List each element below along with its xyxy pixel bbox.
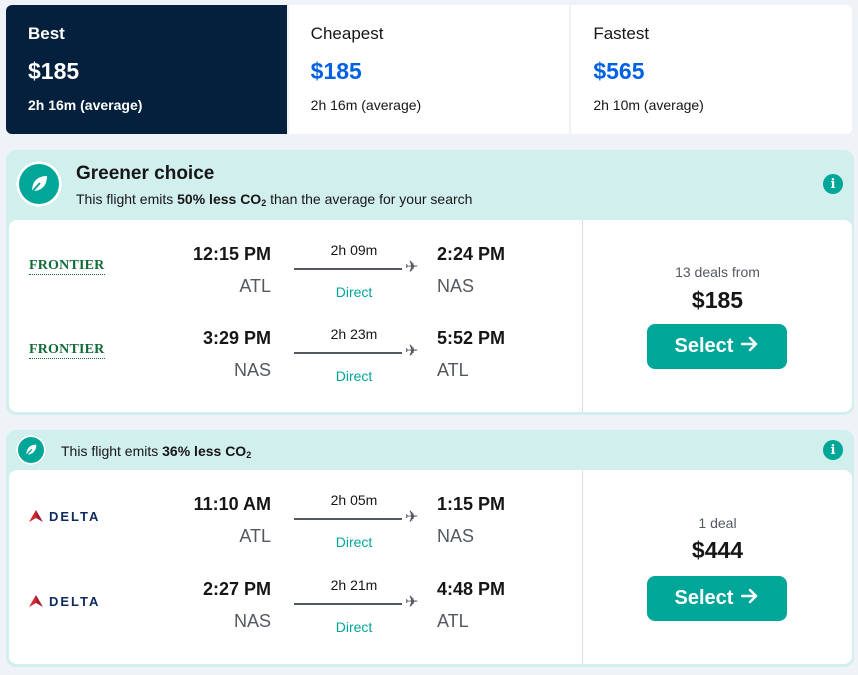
- price-column: 1 deal $444 Select: [583, 470, 852, 664]
- arrow-right-icon: [741, 335, 759, 358]
- tab-cheapest[interactable]: Cheapest $185 2h 16m (average): [288, 5, 570, 134]
- tab-duration: 2h 10m (average): [593, 97, 704, 113]
- plane-icon: ✈: [405, 509, 419, 526]
- leg-return: FRONTIER 3:29 PM NAS 2h 23m ✈ Direct 5:5…: [9, 312, 583, 384]
- departure-airport: NAS: [233, 611, 271, 631]
- arrow-right-icon: [741, 587, 759, 610]
- stops-label: Direct: [335, 619, 373, 635]
- itinerary-legs: FRONTIER 12:15 PM ATL 2h 09m ✈ Direct 2:…: [9, 220, 583, 412]
- tab-label: Cheapest: [310, 24, 384, 43]
- airline-name: DELTA: [49, 508, 101, 524]
- result-card-eco: This flight emits 36% less CO2 i DELTA 1…: [6, 430, 854, 667]
- arrival-airport: NAS: [437, 526, 475, 546]
- itinerary-card[interactable]: DELTA 11:10 AM ATL 2h 05m ✈ Direct 1:15 …: [9, 470, 852, 664]
- arrival-airport: ATL: [437, 360, 469, 380]
- route-line: [294, 268, 402, 270]
- plane-icon: ✈: [405, 343, 419, 360]
- airline-logo-delta: DELTA: [29, 506, 100, 526]
- info-icon[interactable]: i: [823, 440, 843, 460]
- airline-logo-frontier: FRONTIER: [29, 256, 105, 276]
- sort-tabs: Best $185 2h 16m (average) Cheapest $185…: [6, 5, 853, 134]
- price-column: 13 deals from $185 Select: [583, 220, 852, 412]
- airline-name: FRONTIER: [29, 258, 105, 275]
- airline-name: FRONTIER: [29, 342, 105, 359]
- flight-duration: 2h 21m: [330, 577, 378, 593]
- route-line: [294, 603, 402, 605]
- flight-duration: 2h 09m: [330, 242, 378, 258]
- airline-logo-delta: DELTA: [29, 591, 100, 611]
- stops-label: Direct: [335, 368, 373, 384]
- leaf-icon: [16, 435, 46, 465]
- tab-price: $185: [28, 58, 80, 84]
- eco-text-pre: This flight emits: [76, 191, 178, 207]
- tab-price: $565: [593, 58, 645, 84]
- select-label: Select: [674, 335, 734, 357]
- arrival-airport: ATL: [437, 611, 469, 631]
- flight-duration: 2h 23m: [330, 326, 378, 342]
- tab-label: Fastest: [593, 24, 650, 43]
- deals-count: 13 deals from: [675, 264, 760, 280]
- stops-label: Direct: [335, 284, 373, 300]
- eco-text-pre: This flight emits: [61, 443, 163, 459]
- arrival-time: 2:24 PM: [437, 244, 506, 264]
- departure-time: 3:29 PM: [202, 328, 271, 348]
- tab-label: Best: [28, 24, 65, 43]
- eco-text: This flight emits 50% less CO2 than the …: [76, 191, 472, 208]
- deals-count: 1 deal: [698, 515, 737, 531]
- departure-airport: NAS: [233, 360, 271, 380]
- select-label: Select: [674, 587, 734, 609]
- arrival-time: 4:48 PM: [437, 579, 506, 599]
- tab-best[interactable]: Best $185 2h 16m (average): [6, 5, 287, 134]
- departure-airport: ATL: [239, 276, 271, 296]
- leaf-icon: [16, 161, 62, 207]
- info-icon[interactable]: i: [823, 174, 843, 194]
- tab-duration: 2h 16m (average): [28, 97, 143, 113]
- eco-text-post: than the average for your search: [266, 191, 473, 207]
- price: $444: [691, 537, 744, 563]
- delta-logo-icon: [29, 510, 43, 522]
- eco-text: This flight emits 36% less CO2: [61, 443, 251, 460]
- airline-name: DELTA: [49, 593, 101, 609]
- departure-time: 2:27 PM: [202, 579, 271, 599]
- departure-airport: ATL: [239, 526, 271, 546]
- leg-outbound: FRONTIER 12:15 PM ATL 2h 09m ✈ Direct 2:…: [9, 228, 583, 300]
- route-line: [294, 518, 402, 520]
- arrival-time: 5:52 PM: [437, 328, 506, 348]
- itinerary-card[interactable]: FRONTIER 12:15 PM ATL 2h 09m ✈ Direct 2:…: [9, 220, 852, 412]
- eco-title: Greener choice: [76, 163, 215, 184]
- tab-fastest[interactable]: Fastest $565 2h 10m (average): [571, 5, 853, 134]
- eco-pct: 50% less CO: [177, 191, 262, 207]
- result-card-greener: Greener choice This flight emits 50% les…: [6, 150, 854, 415]
- plane-icon: ✈: [405, 594, 419, 611]
- leg-return: DELTA 2:27 PM NAS 2h 21m ✈ Direct 4:48 P…: [9, 563, 583, 635]
- tab-duration: 2h 16m (average): [310, 97, 422, 113]
- plane-icon: ✈: [405, 259, 419, 276]
- eco-pct: 36% less CO: [162, 443, 247, 459]
- arrival-airport: NAS: [437, 276, 475, 296]
- eco-sub: 2: [246, 450, 252, 460]
- delta-logo-icon: [29, 595, 43, 607]
- select-button[interactable]: Select: [647, 576, 787, 621]
- leg-outbound: DELTA 11:10 AM ATL 2h 05m ✈ Direct 1:15 …: [9, 478, 583, 550]
- departure-time: 12:15 PM: [192, 244, 271, 264]
- departure-time: 11:10 AM: [193, 494, 271, 514]
- stops-label: Direct: [335, 534, 373, 550]
- tab-price: $185: [310, 58, 362, 84]
- price: $185: [691, 287, 744, 313]
- flight-duration: 2h 05m: [330, 492, 378, 508]
- arrival-time: 1:15 PM: [437, 494, 506, 514]
- itinerary-legs: DELTA 11:10 AM ATL 2h 05m ✈ Direct 1:15 …: [9, 470, 583, 664]
- airline-logo-frontier: FRONTIER: [29, 340, 105, 360]
- select-button[interactable]: Select: [647, 324, 787, 369]
- route-line: [294, 352, 402, 354]
